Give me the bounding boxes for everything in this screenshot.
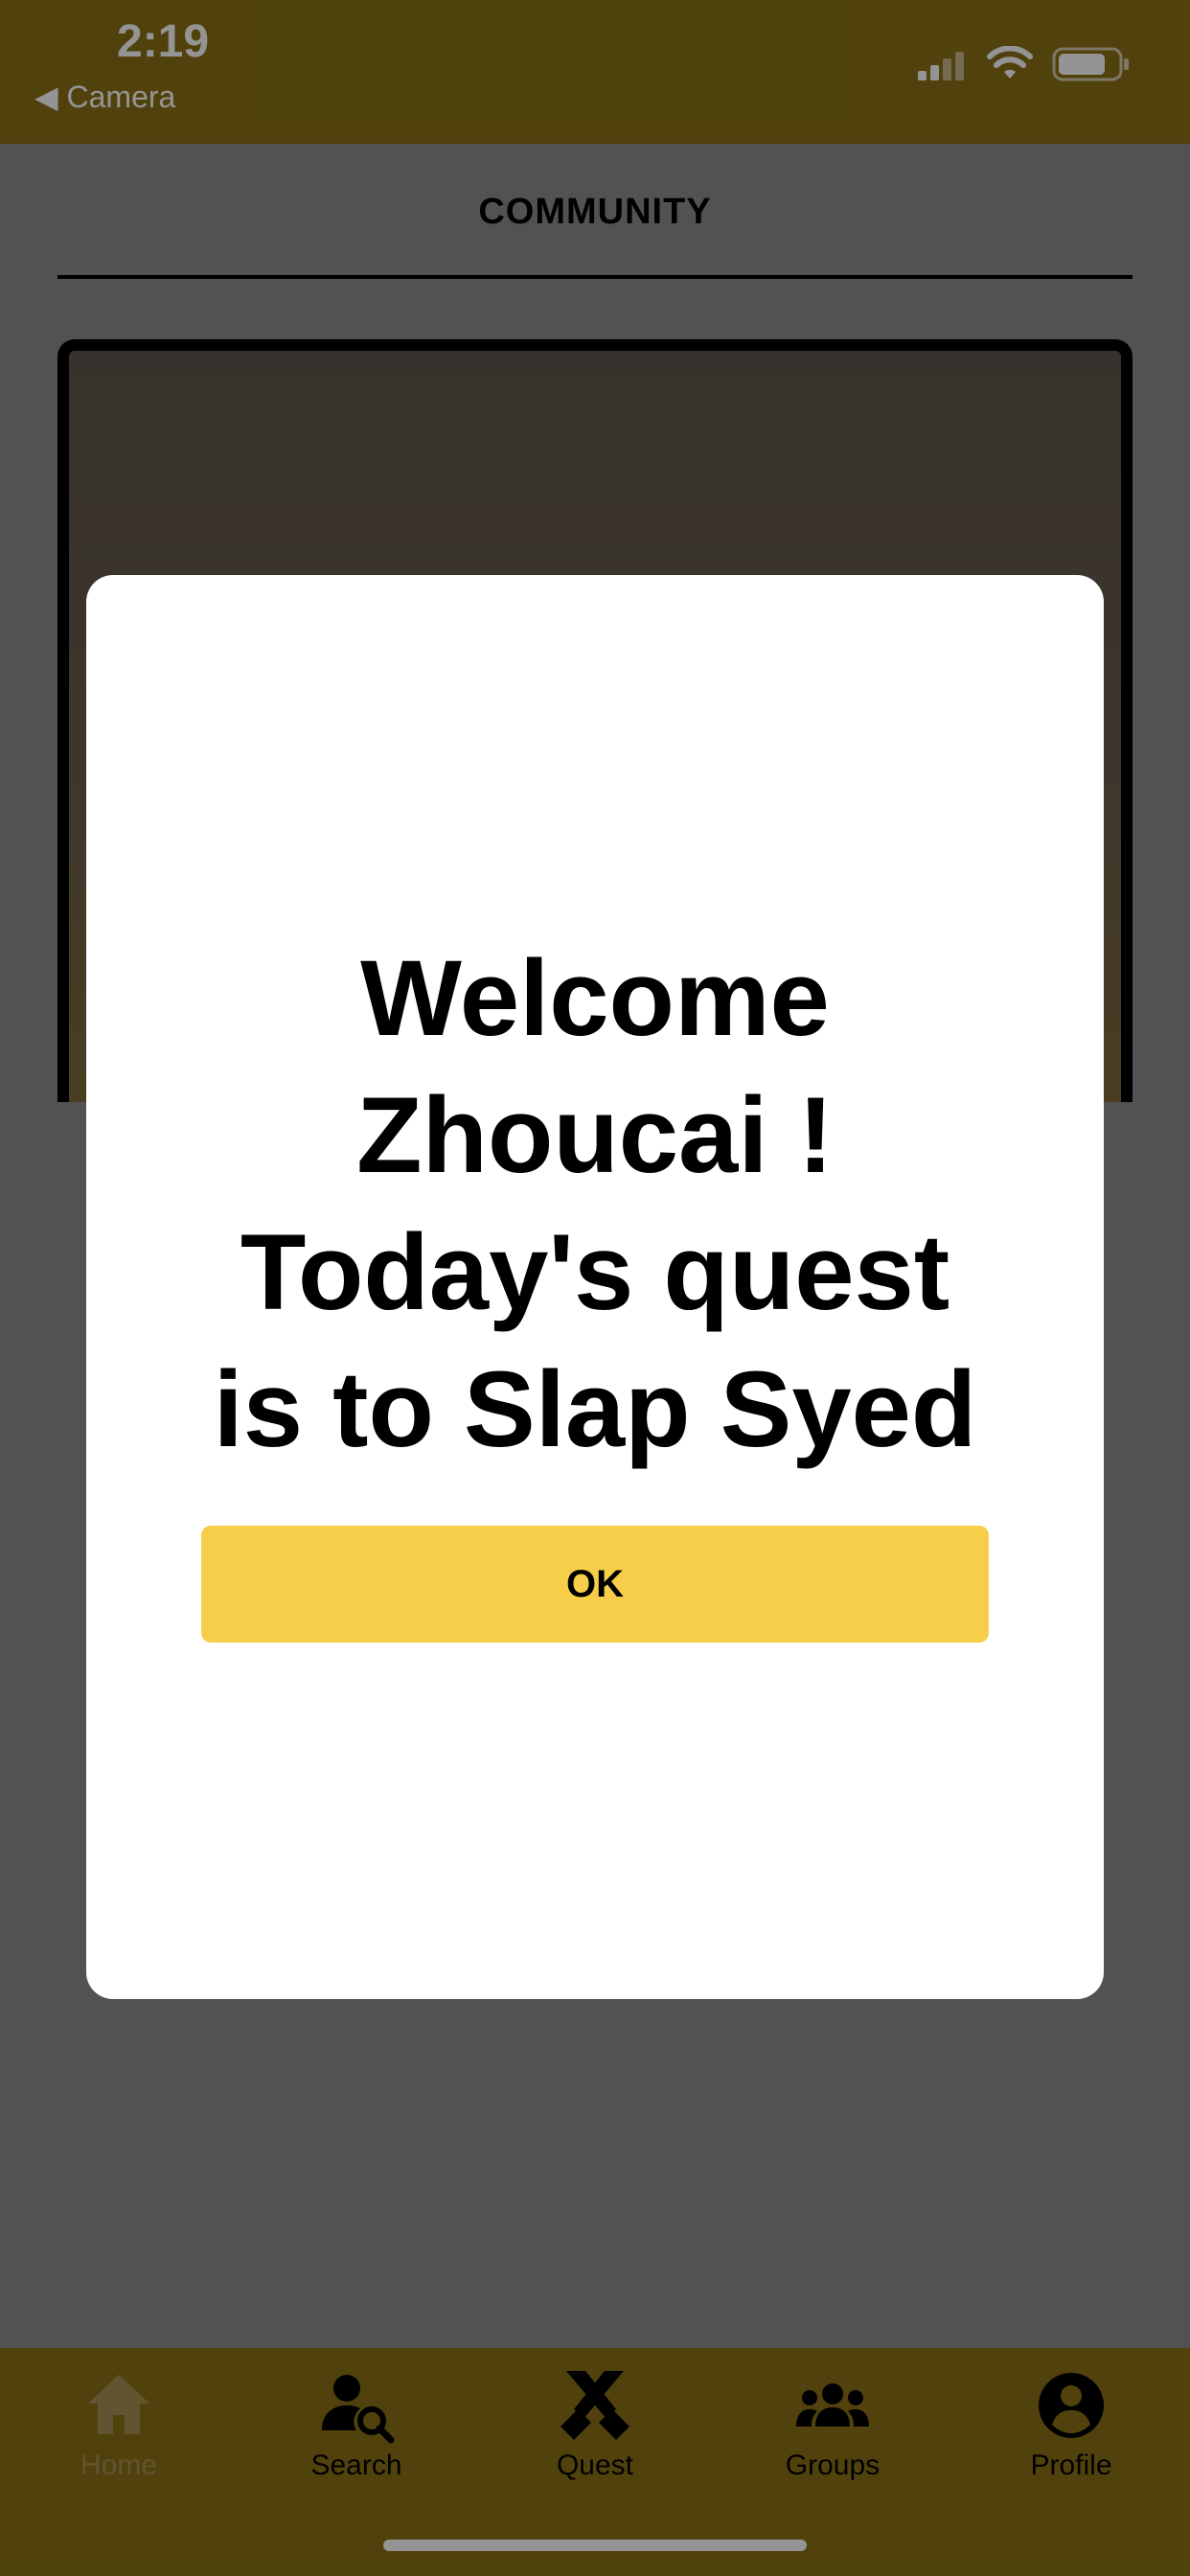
dialog-line-quest: Today's quest [240,1212,950,1332]
quest-welcome-dialog: Welcome Zhoucai ! Today's quest is to Sl… [86,575,1104,1999]
dialog-line-welcome: Welcome [360,938,830,1058]
dialog-line-quest-task: is to Slap Syed [213,1349,977,1469]
dialog-message: Welcome Zhoucai ! Today's quest is to Sl… [86,930,1104,1478]
dialog-line-username: Zhoucai ! [356,1075,834,1195]
ok-button[interactable]: OK [201,1526,989,1643]
